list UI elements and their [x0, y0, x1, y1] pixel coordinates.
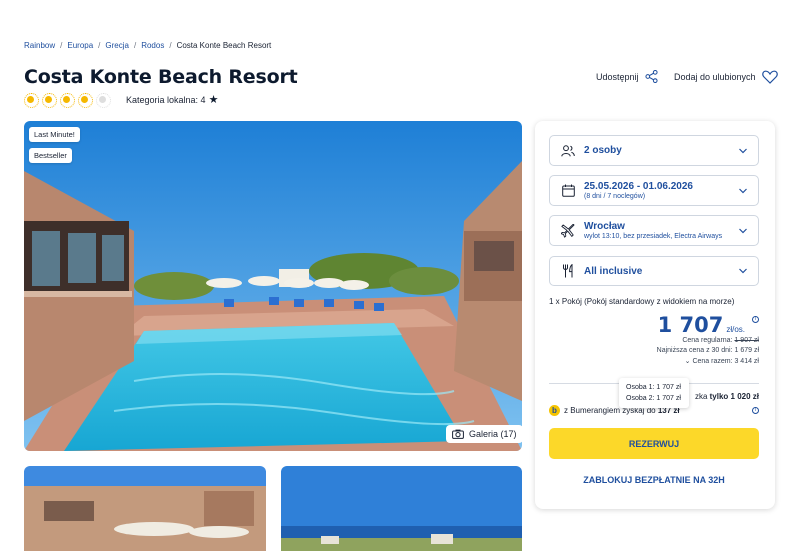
star-icon: ★	[208, 93, 219, 106]
tooltip-person-2: Osoba 2: 1 707 zł	[626, 395, 681, 402]
reserve-button[interactable]: REZERWUJ	[549, 428, 759, 459]
calendar-icon	[561, 184, 575, 197]
persons-icon	[561, 144, 575, 156]
price-unit: zł/os.	[726, 325, 745, 334]
persons-select[interactable]: 2 osoby	[549, 135, 759, 166]
departure-select[interactable]: Wrocław wylot 13:10, bez przesiadek, Ele…	[549, 215, 759, 246]
persons-value: 2 osoby	[584, 145, 622, 156]
board-select[interactable]: All inclusive	[549, 256, 759, 286]
sun-empty-icon	[96, 93, 111, 108]
main-photo[interactable]	[24, 121, 522, 451]
sun-rating	[24, 93, 111, 108]
flight-details: wylot 13:10, bez przesiadek, Electra Air…	[584, 233, 723, 240]
breadcrumb-separator: /	[133, 41, 137, 50]
sea-view-photo	[281, 466, 522, 551]
breadcrumb-separator: /	[169, 41, 172, 50]
breadcrumb-europa[interactable]: Europa	[67, 41, 93, 50]
breadcrumb-separator: /	[60, 41, 63, 50]
breadcrumb-rodos[interactable]: Rodos	[141, 41, 164, 50]
breadcrumb-separator: /	[98, 41, 101, 50]
dates-select[interactable]: 25.05.2026 - 01.06.2026 (8 dni / 7 nocle…	[549, 175, 759, 206]
hotel-title: Costa Konte Beach Resort	[24, 66, 298, 88]
plane-icon	[561, 223, 575, 238]
last-minute-badge: Last Minute!	[29, 127, 80, 142]
regular-price: Cena regularna: 1 907 zł	[682, 337, 759, 344]
promo-child-prefix: zka	[694, 392, 708, 401]
price-value: 1 707	[657, 313, 724, 337]
sun-icon	[42, 93, 57, 108]
lowest-30-days: Najniższa cena z 30 dni: 1 679 zł	[656, 347, 759, 354]
breadcrumb-current: Costa Konte Beach Resort	[176, 41, 272, 50]
tooltip-person-1: Osoba 1: 1 707 zł	[626, 384, 681, 391]
gallery-label: Galeria (17)	[469, 429, 517, 439]
share-button[interactable]: Udostępnij	[596, 70, 658, 83]
chevron-down-icon	[739, 188, 747, 193]
promo-child-amount: tylko 1 020 zł	[709, 392, 759, 401]
heart-icon	[761, 70, 778, 84]
promo-child-price: zka tylko 1 020 zł	[695, 392, 759, 401]
price-breakdown-tooltip: Osoba 1: 1 707 zł Osoba 2: 1 707 zł	[619, 378, 689, 408]
bumerang-icon: b	[549, 405, 560, 416]
local-category: Kategoria lokalna: 4 ★	[126, 93, 219, 106]
price-per-person: 1 707 zł/os.	[658, 313, 745, 337]
block-free-button[interactable]: ZABLOKUJ BEZPŁATNIE NA 32H	[549, 470, 759, 490]
regular-price-label: Cena regularna:	[682, 337, 733, 344]
board-value: All inclusive	[584, 265, 643, 277]
breadcrumb-rainbow[interactable]: Rainbow	[24, 41, 55, 50]
local-category-label: Kategoria lokalna: 4	[126, 95, 206, 105]
chevron-down-icon	[739, 268, 747, 274]
favorite-label: Dodaj do ulubionych	[674, 72, 756, 82]
total-price-toggle[interactable]: ⌄ Cena razem: 3 414 zł	[685, 357, 759, 365]
booking-panel: 2 osoby 25.05.2026 - 01.06.2026 (8 dni /…	[535, 121, 775, 509]
chevron-down-icon	[739, 228, 747, 233]
sun-icon	[24, 93, 39, 108]
share-icon	[644, 70, 658, 83]
cutlery-icon	[563, 264, 573, 278]
sun-icon	[78, 93, 93, 108]
total-price: Cena razem: 3 414 zł	[692, 358, 759, 365]
breadcrumb: Rainbow / Europa / Grecja / Rodos / Cost…	[24, 41, 271, 50]
sun-icon	[60, 93, 75, 108]
dates-duration: (8 dni / 7 noclegów)	[584, 193, 646, 200]
camera-icon	[452, 429, 464, 439]
thumbnail-photo[interactable]	[24, 466, 266, 551]
building-photo	[24, 466, 266, 551]
chevron-down-icon	[739, 148, 747, 153]
gallery-button[interactable]: Galeria (17)	[446, 425, 523, 443]
regular-price-value: 1 907 zł	[734, 337, 759, 344]
bestseller-badge: Bestseller	[29, 148, 72, 163]
promo-info-icon[interactable]: i	[752, 407, 759, 414]
price-info-icon[interactable]: i	[752, 316, 759, 323]
favorite-button[interactable]: Dodaj do ulubionych	[674, 70, 778, 84]
departure-value: Wrocław	[584, 221, 625, 232]
breadcrumb-grecja[interactable]: Grecja	[105, 41, 129, 50]
dates-value: 25.05.2026 - 01.06.2026	[584, 181, 693, 192]
pool-photo	[24, 121, 522, 451]
room-info: 1 x Pokój (Pokój standardowy z widokiem …	[549, 297, 735, 306]
thumbnail-photo[interactable]	[281, 466, 522, 551]
share-label: Udostępnij	[596, 71, 639, 82]
